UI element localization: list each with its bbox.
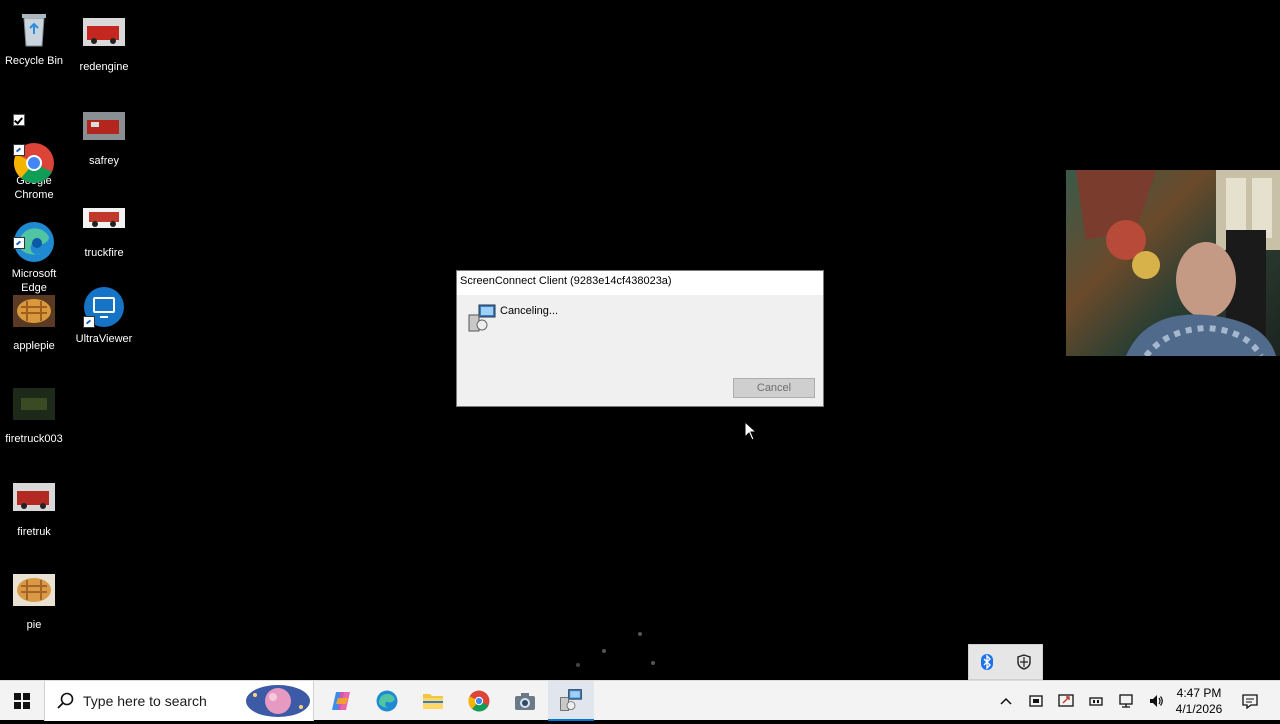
image-file-icon: [13, 293, 55, 335]
clock-date: 4/1/2026: [1175, 702, 1223, 716]
desktop-icon-label: applepie: [13, 340, 55, 352]
desktop-icon-label: Microsoft Edge: [11, 268, 57, 294]
desktop-icon-label: firetruk: [17, 526, 51, 538]
screenconnect-dialog[interactable]: ScreenConnect Client (9283e14cf438023a) …: [456, 270, 824, 407]
start-button[interactable]: [0, 681, 44, 721]
chrome-icon: [468, 690, 490, 712]
clock-time: 4:47 PM: [1176, 686, 1222, 700]
desktop-icon-label: firetruck003: [5, 433, 63, 445]
taskbar-search-box[interactable]: Type here to search: [44, 681, 314, 721]
taskbar-clock[interactable]: 4:47 PM 4/1/2026: [1174, 685, 1224, 717]
dialog-body: Canceling... Cancel: [457, 295, 823, 406]
desktop-icon-label: UltraViewer: [75, 333, 133, 345]
ultraviewer-icon: [83, 286, 125, 328]
volume-icon[interactable]: [1148, 693, 1164, 709]
desktop-icon-label: pie: [26, 619, 42, 631]
notifications-icon[interactable]: [1242, 693, 1258, 710]
image-file-icon: [83, 14, 125, 56]
edge-icon: [13, 207, 55, 262]
search-placeholder: Type here to search: [83, 693, 207, 709]
taskbar: Type here to search 4:47 PM 4/1/2026: [0, 680, 1280, 721]
desktop-icon-redengine[interactable]: redengine: [67, 14, 141, 74]
image-file-icon: [13, 386, 55, 428]
image-file-icon: [13, 479, 55, 521]
taskbar-edge-button[interactable]: [364, 681, 410, 721]
network-icon[interactable]: [1118, 693, 1134, 709]
copilot-icon: [332, 692, 350, 710]
desktop-icon-pie[interactable]: pie: [0, 572, 71, 632]
taskbar-file-explorer-button[interactable]: [410, 681, 456, 721]
installer-icon: [467, 303, 497, 338]
desktop-icon-applepie[interactable]: applepie: [0, 293, 71, 353]
desktop-icon-safrey[interactable]: safrey: [67, 108, 141, 168]
tray-overflow-popup: [968, 644, 1043, 680]
mouse-cursor-icon: [744, 420, 758, 446]
security-shield-icon[interactable]: [1016, 654, 1032, 675]
image-file-icon: [13, 572, 55, 614]
windows-icon: [14, 693, 30, 709]
folder-icon: [423, 694, 443, 709]
camera-icon: [515, 693, 535, 710]
taskbar-chrome-button[interactable]: [456, 681, 502, 721]
recycle-bin-icon: [13, 8, 55, 50]
taskbar-camera-button[interactable]: [502, 681, 548, 721]
cancel-button[interactable]: Cancel: [733, 378, 815, 398]
screen-share-icon[interactable]: [1058, 693, 1074, 709]
desktop-icon-firetruck003[interactable]: firetruck003: [0, 386, 71, 446]
show-hidden-icons-chevron-icon[interactable]: [998, 693, 1014, 709]
desktop-icon-recycle-bin[interactable]: Recycle Bin: [0, 8, 71, 68]
status-text: Canceling...: [500, 305, 559, 317]
edge-icon: [376, 690, 398, 712]
usb-device-icon[interactable]: [1088, 693, 1104, 709]
image-file-icon: [83, 200, 125, 242]
dialog-title: ScreenConnect Client (9283e14cf438023a): [460, 275, 672, 287]
desktop-icon-truckfire[interactable]: truckfire: [67, 200, 141, 260]
meet-now-icon[interactable]: [1028, 693, 1044, 709]
search-highlight-image-icon[interactable]: [245, 683, 311, 724]
shortcut-arrow-icon: [13, 237, 25, 249]
desktop-icon-firetruk[interactable]: firetruk: [0, 479, 71, 539]
shortcut-arrow-icon: [13, 144, 25, 156]
shortcut-arrow-icon: [83, 316, 95, 328]
desktop-icon-label: safrey: [89, 155, 119, 167]
taskbar-copilot-button[interactable]: [318, 681, 364, 721]
taskbar-screenconnect-button[interactable]: [548, 681, 594, 721]
bluetooth-icon[interactable]: [979, 654, 995, 675]
search-icon: [57, 692, 75, 715]
webcam-overlay: [1066, 170, 1280, 356]
desktop-icon-label: truckfire: [84, 247, 124, 259]
image-file-icon: [83, 108, 125, 150]
chrome-icon: [13, 114, 55, 183]
checkbox-icon: [13, 114, 25, 126]
desktop-icon-ultraviewer[interactable]: UltraViewer: [67, 286, 141, 346]
installer-icon: [560, 689, 582, 711]
desktop-icon-label: redengine: [79, 61, 129, 73]
desktop-icon-label: Recycle Bin: [4, 55, 64, 67]
desktop-icon-microsoft-edge[interactable]: Microsoft Edge: [0, 193, 71, 309]
